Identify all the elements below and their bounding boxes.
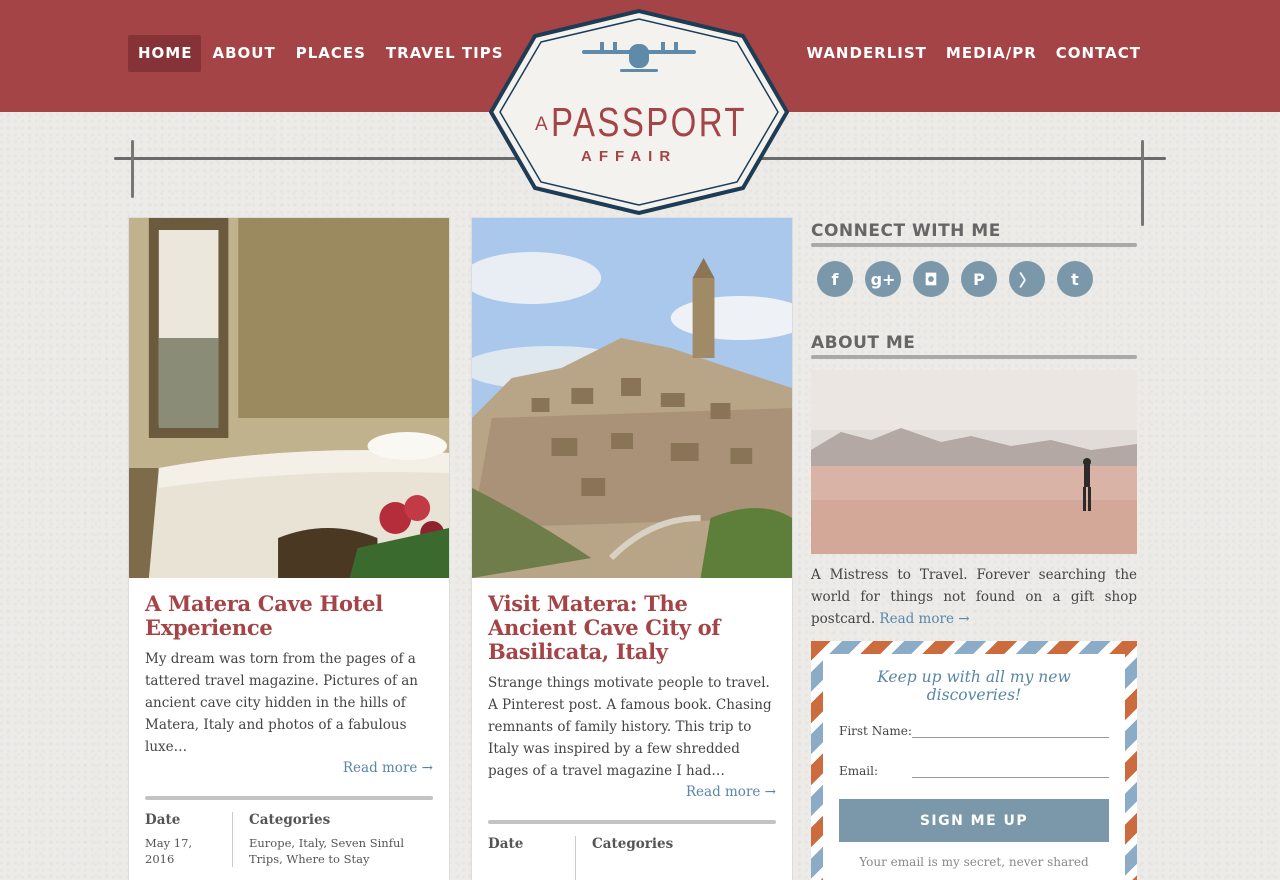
connect-rule [811,243,1137,247]
post-title[interactable]: A Matera Cave Hotel Experience [145,592,433,640]
post-title[interactable]: Visit Matera: The Ancient Cave City of B… [488,592,776,664]
read-more-link[interactable]: Read more → [145,760,433,776]
post-card: A Matera Cave Hotel Experience My dream … [128,217,450,880]
about-description: A Mistress to Travel. Forever searching … [811,567,1137,627]
date-label: Date [145,812,181,828]
svg-text:A: A [535,114,548,135]
social-links: f g+ ◘ P 〉 t [817,261,1137,297]
nav-right: WANDERLIST MEDIA/PR CONTACT [796,35,1150,72]
categories-label: Categories [249,812,331,828]
categories-label: Categories [592,836,674,852]
about-read-more[interactable]: Read more → [879,611,969,627]
post-date: May 17, 2016 [145,836,193,866]
frame-post-left [131,140,134,198]
post-image-matera-city[interactable] [472,218,792,578]
nav-about[interactable]: ABOUT [202,35,284,72]
first-name-row: First Name: [839,722,1109,738]
email-row: Email: [839,762,1109,778]
site-logo[interactable]: A PASSPORT AFFAIR [489,8,789,216]
facebook-icon[interactable]: f [817,261,853,297]
about-title: ABOUT ME [811,333,916,353]
post-image-cave-hotel[interactable] [129,218,449,578]
about-text: A Mistress to Travel. Forever searching … [811,564,1137,630]
nav-left: HOME ABOUT PLACES TRAVEL TIPS [128,35,514,72]
newsletter-card: Keep up with all my new discoveries! Fir… [811,641,1137,880]
google-plus-icon[interactable]: g+ [865,261,901,297]
nav-wanderlist[interactable]: WANDERLIST [796,35,935,72]
email-label: Email: [839,764,879,778]
nav-media-pr[interactable]: MEDIA/PR [936,35,1046,72]
divider [145,796,433,800]
date-label: Date [488,836,524,852]
nav-home[interactable]: HOME [128,35,202,72]
sidebar: CONNECT WITH ME f g+ ◘ P 〉 t ABOUT ME A … [811,217,1137,630]
post-card: Visit Matera: The Ancient Cave City of B… [471,217,793,880]
twitter-icon[interactable]: t [1057,261,1093,297]
sign-me-up-button[interactable]: SIGN ME UP [839,799,1109,842]
instagram-icon[interactable]: ◘ [913,261,949,297]
nav-contact[interactable]: CONTACT [1046,35,1150,72]
newsletter-tagline: Keep up with all my new discoveries! [877,668,1071,704]
post-excerpt: Strange things motivate people to travel… [488,675,772,779]
read-more-link[interactable]: Read more → [488,784,776,800]
svg-text:PASSPORT: PASSPORT [551,99,747,145]
connect-title: CONNECT WITH ME [811,221,1001,241]
post-meta: Date Categories [488,836,776,880]
about-image-desert [811,370,1137,554]
privacy-note: Your email is my secret, never shared [859,855,1089,869]
post-meta: Date May 17, 2016 Categories Europe, Ita… [145,812,433,867]
first-name-field[interactable] [912,722,1109,738]
about-rule [811,355,1137,359]
post-excerpt: My dream was torn from the pages of a ta… [145,651,418,755]
rss-icon[interactable]: 〉 [1009,261,1045,297]
pinterest-icon[interactable]: P [961,261,997,297]
divider [488,820,776,824]
first-name-label: First Name: [839,724,912,738]
nav-places[interactable]: PLACES [286,35,375,72]
email-field[interactable] [912,762,1109,778]
post-categories[interactable]: Europe, Italy, Seven Sinful Trips, Where… [249,835,433,867]
frame-post-right [1141,140,1144,226]
svg-text:AFFAIR: AFFAIR [581,148,677,165]
